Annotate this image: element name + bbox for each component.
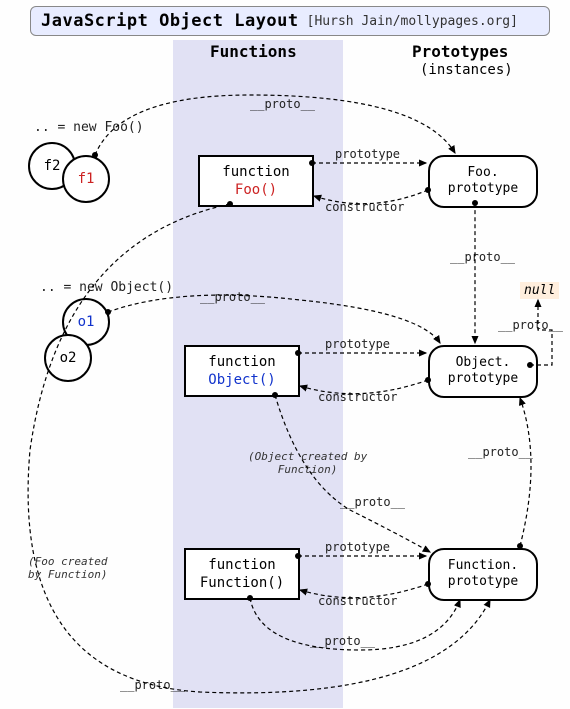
function-foo-box: function Foo() [198, 155, 314, 207]
object-kw: function [186, 353, 298, 371]
function-kw: function [186, 556, 298, 574]
page-title: JavaScript Object Layout [41, 11, 299, 31]
new-foo-label: .. = new Foo() [34, 120, 144, 135]
note-foo-created: (Foo created by Function) [28, 555, 107, 581]
function-name: Function() [186, 574, 298, 592]
label-proto-fn-self: __proto__ [310, 634, 375, 648]
col-prototypes: Prototypes [412, 42, 508, 61]
function-function-box: function Function() [184, 548, 300, 600]
page-credit: [Hursh Jain/mollypages.org] [307, 14, 518, 29]
label-prototype-fn: prototype [325, 540, 390, 554]
label-proto-null: __proto__ [498, 318, 563, 332]
function-object-box: function Object() [184, 345, 300, 397]
label-constructor-obj: constructor [318, 390, 397, 404]
function-prototype-box: Function. prototype [428, 548, 538, 601]
label-proto-obj-fn: __proto__ [340, 495, 405, 509]
instance-o2: o2 [44, 334, 92, 382]
null-box: null [520, 282, 559, 299]
object-name: Object() [186, 371, 298, 389]
header-bar: JavaScript Object Layout [Hursh Jain/mol… [30, 6, 550, 36]
new-object-label: .. = new Object() [40, 280, 173, 295]
label-constructor-fn: constructor [318, 594, 397, 608]
label-proto-foo-fn: __proto__ [120, 678, 185, 692]
col-functions: Functions [210, 42, 297, 61]
note-object-created: (Object created by Function) [248, 450, 367, 476]
label-proto-foo-obj: __proto__ [450, 250, 515, 264]
label-prototype-foo: prototype [335, 147, 400, 161]
label-prototype-obj: prototype [325, 337, 390, 351]
foo-kw: function [200, 163, 312, 181]
label-proto-o1: __proto__ [200, 290, 265, 304]
object-prototype-box: Object. prototype [428, 345, 538, 398]
foo-prototype-box: Foo. prototype [428, 155, 538, 208]
foo-name: Foo() [200, 181, 312, 199]
label-constructor-foo: constructor [325, 200, 404, 214]
label-proto-fp-op: __proto__ [468, 445, 533, 459]
instance-f1: f1 [62, 155, 110, 203]
label-proto-1: __proto__ [250, 97, 315, 111]
col-prototypes-sub: (instances) [420, 62, 513, 78]
